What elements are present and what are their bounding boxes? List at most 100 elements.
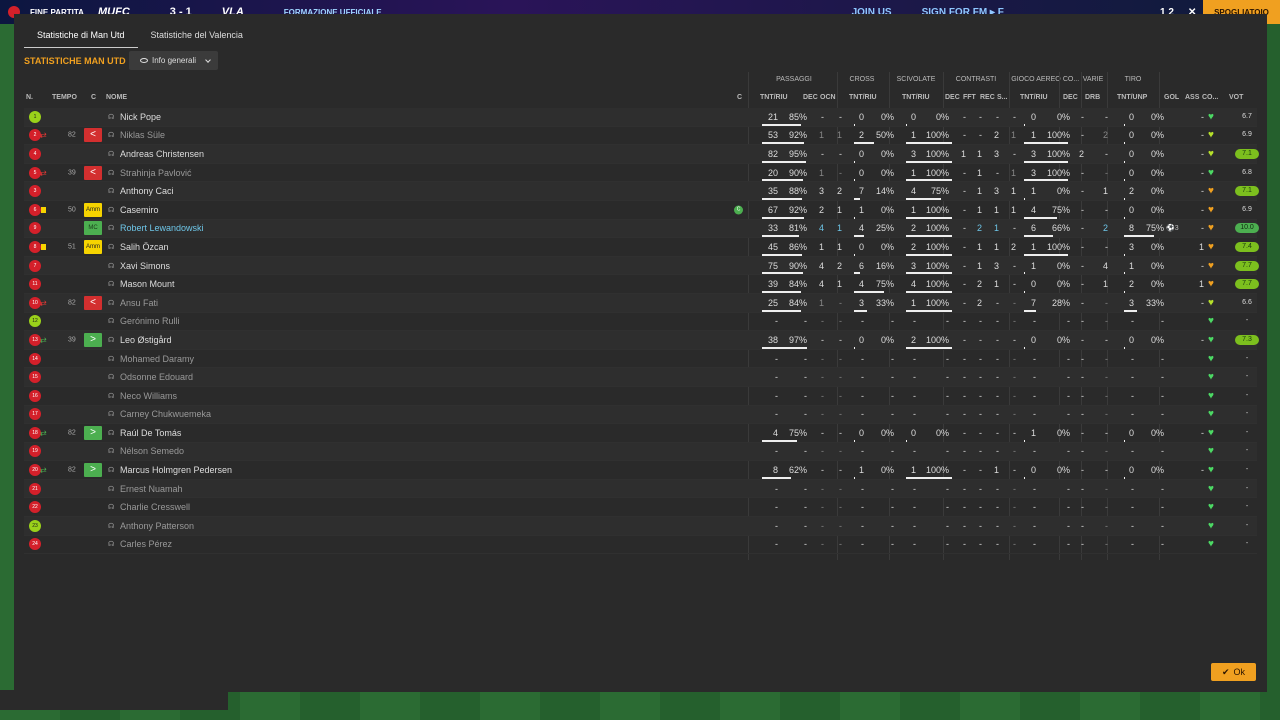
- player-name[interactable]: Carles Pérez: [120, 539, 172, 549]
- player-name[interactable]: Ansu Fati: [120, 298, 158, 308]
- col-pass-ocn[interactable]: OCN: [820, 94, 836, 101]
- table-row[interactable]: 1 ☊ Nick Pope 21 85% - -0 0% 0 0% - - - -0 0% - -0 0% - ♥ 6.…: [24, 108, 1257, 127]
- col-ass[interactable]: ASS: [1185, 94, 1199, 101]
- tab-man-utd-stats[interactable]: Statistiche di Man Utd: [24, 28, 138, 48]
- table-row[interactable]: 4 ☊ Andreas Christensen 82 95% - -0 0% 3 100% 1 1 3-…: [24, 145, 1259, 164]
- player-name[interactable]: Mohamed Daramy: [120, 354, 194, 364]
- player-name[interactable]: Neco Williams: [120, 391, 177, 401]
- player-name[interactable]: Mason Mount: [120, 279, 175, 289]
- role-badge[interactable]: <: [84, 165, 102, 180]
- col-vot[interactable]: VOT: [1229, 94, 1243, 101]
- col-co-dec[interactable]: DEC: [1063, 94, 1078, 101]
- shots: 0: [1128, 148, 1134, 159]
- table-row[interactable]: 10 ⇄ 82 < ☊ Ansu Fati 25 84% 1-3 33% 1 100% -2- -7 28%…: [24, 293, 1257, 313]
- player-name[interactable]: Andreas Christensen: [120, 149, 204, 159]
- cross-attempts: -: [861, 390, 864, 401]
- player-name[interactable]: Nick Pope: [120, 112, 161, 122]
- table-row[interactable]: 19 ☊ Nélson Semedo - - - - - - - - - - - - - - - - - - ♥ -: [24, 442, 1257, 462]
- player-name[interactable]: Casemiro: [120, 205, 159, 215]
- player-name[interactable]: Odsonne Edouard: [120, 372, 193, 382]
- tab-valencia-stats[interactable]: Statistiche del Valencia: [138, 28, 256, 48]
- player-name[interactable]: Robert Lewandowski: [120, 223, 204, 233]
- col-pass-tnt[interactable]: TNT/RIU: [760, 94, 788, 101]
- view-dropdown[interactable]: Info generali: [129, 51, 218, 70]
- table-row[interactable]: 7 ☊ Xavi Simons 75 90% 4 2 6 16% 3 100% -1 3-1 0% -4 1 0…: [24, 256, 1259, 276]
- shots: 3: [1128, 241, 1134, 252]
- col-tiro[interactable]: TNT/UNP: [1117, 94, 1147, 101]
- table-row[interactable]: 24 ☊ Carles Pérez - - - - - - - - - - - - - - - - - - ♥ -: [24, 536, 1257, 555]
- shots: 0: [1128, 427, 1134, 438]
- role-badge[interactable]: Amm: [84, 202, 102, 217]
- table-row[interactable]: 15 ☊ Odsonne Edouard - - - - - - - - - - - - - - - - - - ♥ -: [24, 368, 1257, 387]
- table-row[interactable]: 14 ☊ Mohamed Daramy - - - - - - - - - - - - - - - - - - ♥ -: [24, 350, 1257, 369]
- col-pass-dec[interactable]: DEC: [803, 94, 818, 101]
- table-row[interactable]: 13 ⇄ 39 > ☊ Leo Østigård 38 97% - -0 0% 2 100% - - - -0 0…: [24, 331, 1259, 350]
- player-name[interactable]: Strahinja Pavlović: [120, 168, 192, 178]
- col-nome[interactable]: NOME: [106, 94, 127, 101]
- player-name[interactable]: Raúl De Tomás: [120, 428, 181, 438]
- role-badge[interactable]: <: [84, 128, 102, 143]
- role-badge[interactable]: >: [84, 332, 102, 347]
- dribbles: 1: [1102, 186, 1108, 197]
- pass-bar: [762, 272, 803, 275]
- table-row[interactable]: 3 ☊ Anthony Caci 35 88% 3 2 7 14% 4 75% -1 3 1 1 0% -1 2 0…: [24, 182, 1259, 201]
- col-contrasti-fft[interactable]: FFT: [963, 94, 976, 101]
- shots: 0: [1128, 204, 1134, 215]
- pass-bar: [762, 123, 801, 126]
- match-rating: -: [1245, 466, 1249, 474]
- ok-button[interactable]: ✔ Ok: [1211, 663, 1256, 681]
- player-name[interactable]: Salih Özcan: [120, 242, 169, 252]
- player-name[interactable]: Charlie Cresswell: [120, 502, 190, 512]
- role-badge[interactable]: <: [84, 295, 102, 310]
- table-row[interactable]: 6 50 Amm ☊ Casemiro C 67 92% 2 1 1 0% 1 100% -1 1 1 4 75% -…: [24, 201, 1257, 220]
- col-gol[interactable]: GOL: [1164, 94, 1179, 101]
- col-n[interactable]: N.: [26, 94, 33, 101]
- role-badge[interactable]: >: [84, 463, 102, 478]
- player-name[interactable]: Leo Østigård: [120, 335, 172, 345]
- table-row[interactable]: 2 ⇄ 82 < ☊ Niklas Süle 53 92% 1 1 2 50% 1 100% - -2 1 1 10…: [24, 127, 1257, 146]
- table-row[interactable]: 12 ☊ Gerónimo Rulli - - - - - - - - - - - - - - - - - - ♥ -: [24, 313, 1257, 332]
- col-tempo[interactable]: TEMPO: [52, 94, 77, 101]
- headset-icon: ☊: [108, 206, 115, 214]
- col-c[interactable]: C: [91, 94, 96, 101]
- player-name[interactable]: Xavi Simons: [120, 261, 170, 271]
- pass-dec: 1: [818, 297, 824, 308]
- player-name[interactable]: Gerónimo Rulli: [120, 316, 180, 326]
- contrasti-s: 1: [1010, 130, 1016, 141]
- table-row[interactable]: 9 MC ☊ Robert Lewandowski 33 81% 4 1 4 25% 2 100% -2…: [24, 219, 1259, 239]
- player-name[interactable]: Marcus Holmgren Pedersen: [120, 465, 232, 475]
- player-name[interactable]: Carney Chukwuemeka: [120, 409, 211, 419]
- contrasti-rec: -: [996, 167, 999, 178]
- table-row[interactable]: 5 ⇄ 39 < ☊ Strahinja Pavlović 20 90% 1-0 0% 1 100% -…: [24, 164, 1257, 183]
- table-row[interactable]: 16 ☊ Neco Williams - - - - - - - - - - - - - - - - - - ♥ -: [24, 387, 1257, 406]
- col-aerial-tnt[interactable]: TNT/RIU: [1020, 94, 1048, 101]
- col-contrasti-s[interactable]: S...: [997, 94, 1008, 101]
- player-name[interactable]: Ernest Nuamah: [120, 484, 183, 494]
- player-name[interactable]: Nélson Semedo: [120, 446, 184, 456]
- table-row[interactable]: 11 ☊ Mason Mount 39 84% 4 1 4 75% 4 100% -2 1-0 0% -1 2…: [24, 275, 1259, 294]
- col-co[interactable]: CO...: [1202, 94, 1218, 101]
- table-row[interactable]: 20 ⇄ 82 > ☊ Marcus Holmgren Pedersen 8 62% - -1 0%…: [24, 461, 1257, 480]
- col-drb[interactable]: DRB: [1085, 94, 1100, 101]
- tackle-attempts: 3: [910, 260, 916, 271]
- col-tackle-tnt[interactable]: TNT/RIU: [902, 94, 930, 101]
- table-row[interactable]: 18 ⇄ 82 > ☊ Raúl De Tomás 4 75% - -0 0% 0 0% - - - -1 0% -…: [24, 424, 1257, 443]
- col-contrasti-dec[interactable]: DEC: [945, 94, 960, 101]
- pass-dec: -: [821, 316, 824, 327]
- col-captain[interactable]: C: [737, 94, 742, 101]
- col-cross-tnt[interactable]: TNT/RIU: [849, 94, 877, 101]
- table-row[interactable]: 17 ☊ Carney Chukwuemeka - - - - - - - - - - - - - - - - - - ♥…: [24, 405, 1257, 425]
- table-row[interactable]: 8 51 Amm ☊ Salih Özcan 45 86% 1 1 0 0% 2 100% -1 1 2 1 10…: [24, 238, 1259, 257]
- player-name[interactable]: Niklas Süle: [120, 130, 165, 140]
- role-badge[interactable]: MC: [84, 221, 102, 236]
- player-name[interactable]: Anthony Caci: [120, 186, 174, 196]
- shots-on-target: 0%: [1150, 241, 1164, 252]
- pass-dec: -: [821, 520, 824, 531]
- role-badge[interactable]: >: [84, 425, 102, 440]
- role-badge[interactable]: Amm: [84, 239, 102, 254]
- table-row[interactable]: 21 ☊ Ernest Nuamah - - - - - - - - - - - - - - - - - - ♥ -: [24, 479, 1257, 499]
- table-row[interactable]: 22 ☊ Charlie Cresswell - - - - - - - - - - - - - - - - - - ♥ -: [24, 498, 1257, 518]
- player-name[interactable]: Anthony Patterson: [120, 521, 194, 531]
- col-contrasti-rec[interactable]: REC: [980, 94, 995, 101]
- table-row[interactable]: 23 ☊ Anthony Patterson - - - - - - - - - - - - - - - - - - ♥ -: [24, 517, 1257, 536]
